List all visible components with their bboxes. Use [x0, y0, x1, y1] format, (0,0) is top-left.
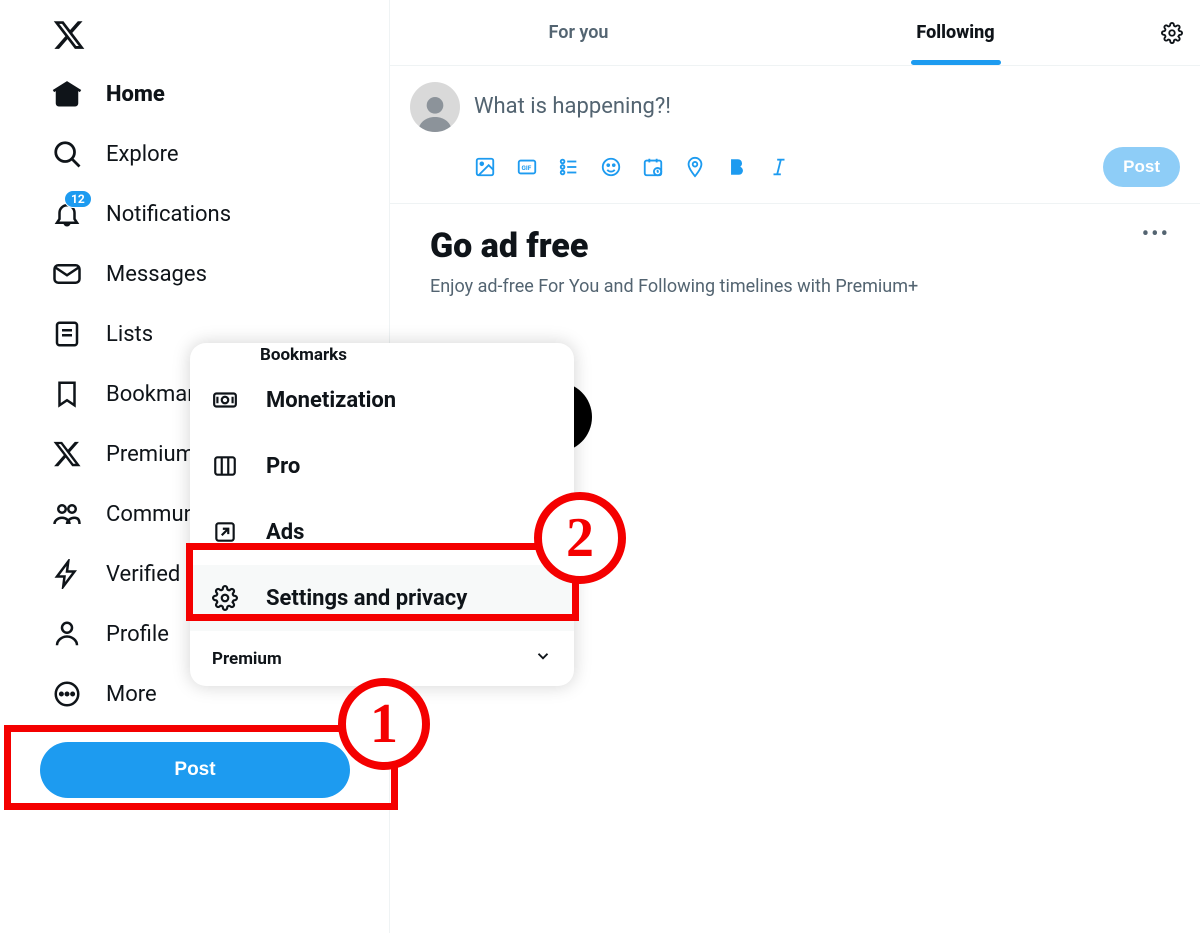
compose-box: What is happening?! GIF Post — [390, 66, 1200, 204]
nav-profile[interactable]: Profile — [40, 604, 181, 664]
gear-icon — [212, 585, 238, 611]
nav-more[interactable]: More — [40, 664, 169, 724]
promo-title: Go ad free — [430, 226, 1160, 266]
emoji-icon[interactable] — [600, 156, 622, 178]
promo-subtitle: Enjoy ad-free For You and Following time… — [430, 276, 1160, 297]
menu-item-monetization[interactable]: Monetization — [190, 367, 574, 433]
italic-icon[interactable] — [768, 156, 790, 178]
search-icon — [52, 139, 82, 169]
person-icon — [52, 619, 82, 649]
nav-label: Notifications — [106, 202, 231, 227]
money-icon — [212, 387, 238, 413]
x-logo[interactable] — [40, 10, 389, 64]
tab-label: For you — [549, 22, 609, 43]
menu-item-ads[interactable]: Ads — [190, 499, 574, 565]
avatar[interactable] — [410, 82, 460, 132]
nav-label: Lists — [106, 322, 153, 347]
nav-lists[interactable]: Lists — [40, 304, 165, 364]
menu-item-settings-privacy[interactable]: Settings and privacy — [190, 565, 574, 631]
annotation-circle-1: 1 — [338, 678, 430, 770]
promo-more-button[interactable]: ••• — [1142, 222, 1170, 247]
nav-label: Explore — [106, 142, 179, 167]
promo-card: ••• Go ad free Enjoy ad-free For You and… — [390, 204, 1200, 319]
columns-icon — [212, 453, 238, 479]
nav-home[interactable]: Home — [40, 64, 177, 124]
envelope-icon — [52, 259, 82, 289]
home-icon — [52, 79, 82, 109]
compose-input[interactable]: What is happening?! — [474, 82, 1180, 147]
chevron-down-icon — [534, 647, 552, 670]
nav-premium[interactable]: Premium — [40, 424, 207, 484]
tab-label: Following — [916, 22, 994, 43]
tab-following[interactable]: Following — [767, 0, 1144, 65]
sidebar-post-button[interactable]: Post — [40, 742, 350, 798]
annotation-circle-2: 2 — [534, 492, 626, 584]
more-icon — [52, 679, 82, 709]
menu-label: Monetization — [266, 388, 396, 413]
gif-icon[interactable]: GIF — [516, 156, 538, 178]
notification-badge: 12 — [64, 190, 92, 208]
nav-label: Profile — [106, 622, 169, 647]
location-icon[interactable] — [684, 156, 706, 178]
compose-post-button[interactable]: Post — [1103, 147, 1180, 187]
menu-label: Ads — [266, 520, 304, 545]
nav-notifications[interactable]: 12 Notifications — [40, 184, 243, 244]
schedule-icon[interactable] — [642, 156, 664, 178]
nav-explore[interactable]: Explore — [40, 124, 191, 184]
nav-messages[interactable]: Messages — [40, 244, 219, 304]
timeline-settings-button[interactable] — [1144, 0, 1200, 65]
nav-label: More — [106, 682, 157, 707]
timeline-tabs: For you Following — [390, 0, 1200, 66]
svg-text:GIF: GIF — [522, 164, 532, 172]
media-icon[interactable] — [474, 156, 496, 178]
bold-icon[interactable] — [726, 156, 748, 178]
gear-icon — [1161, 22, 1183, 44]
menu-item-pro[interactable]: Pro — [190, 433, 574, 499]
external-icon — [212, 519, 238, 545]
menu-label: Pro — [266, 454, 300, 479]
tab-for-you[interactable]: For you — [390, 0, 767, 65]
nav-label: Messages — [106, 262, 207, 287]
menu-label: Settings and privacy — [266, 586, 467, 611]
poll-icon[interactable] — [558, 156, 580, 178]
list-icon — [52, 319, 82, 349]
people-icon — [52, 499, 82, 529]
x-icon — [52, 439, 82, 469]
lightning-icon — [52, 559, 82, 589]
nav-label: Premium — [106, 442, 195, 467]
compose-toolbar: GIF — [474, 156, 790, 178]
more-menu-popup: Bookmarks Monetization Pro Ads Settings … — [190, 343, 574, 686]
bookmark-icon — [52, 379, 82, 409]
menu-premium-label: Premium — [212, 649, 282, 669]
menu-clip-bookmarks[interactable]: Bookmarks — [190, 343, 574, 367]
nav-label: Home — [106, 82, 165, 107]
